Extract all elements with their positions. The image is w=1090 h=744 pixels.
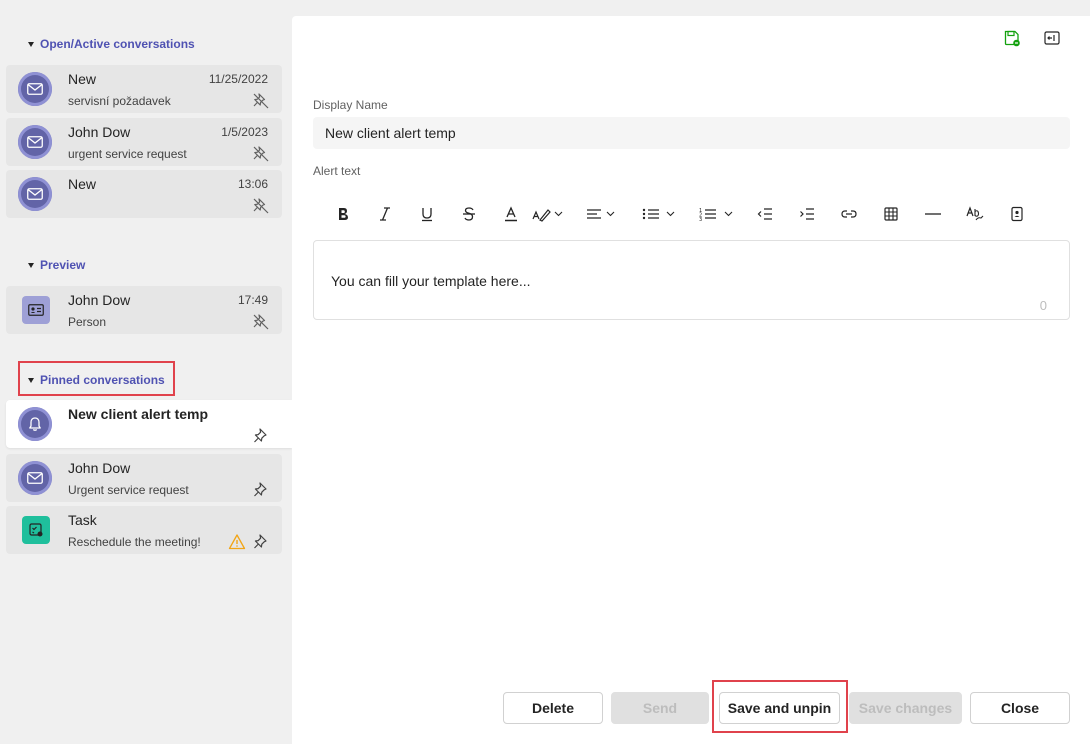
underline-icon[interactable] bbox=[417, 200, 437, 228]
contact-template-icon[interactable] bbox=[1007, 200, 1027, 228]
table-icon[interactable] bbox=[881, 200, 901, 228]
pin-off-icon[interactable] bbox=[252, 313, 270, 331]
caret-down-icon bbox=[28, 378, 34, 383]
item-title: John Dow bbox=[68, 460, 131, 476]
numbered-list-icon[interactable]: 123 bbox=[699, 200, 739, 228]
align-icon[interactable] bbox=[585, 200, 621, 228]
item-subtitle: urgent service request bbox=[68, 147, 187, 161]
mail-icon bbox=[18, 125, 52, 159]
conversation-item[interactable]: New servisní požadavek 11/25/2022 bbox=[6, 65, 282, 113]
mail-icon bbox=[18, 461, 52, 495]
contact-card-icon bbox=[22, 296, 50, 324]
item-date: 1/5/2023 bbox=[221, 125, 268, 139]
section-label: Open/Active conversations bbox=[40, 37, 195, 51]
bell-icon bbox=[18, 407, 52, 441]
link-icon[interactable] bbox=[839, 200, 859, 228]
formatting-toolbar: 123 bbox=[313, 200, 1070, 228]
mail-icon bbox=[18, 177, 52, 211]
svg-text:3: 3 bbox=[699, 217, 702, 222]
italic-icon[interactable] bbox=[375, 200, 395, 228]
highlight-icon[interactable] bbox=[531, 200, 567, 228]
item-title: New bbox=[68, 71, 97, 87]
conversation-item[interactable]: John Dow urgent service request 1/5/2023 bbox=[6, 118, 282, 166]
decrease-indent-icon[interactable] bbox=[755, 200, 775, 228]
send-button[interactable]: Send bbox=[611, 692, 709, 724]
bullet-list-icon[interactable] bbox=[641, 200, 681, 228]
pinned-item[interactable]: Task Reschedule the meeting! bbox=[6, 506, 282, 554]
caret-down-icon bbox=[28, 42, 34, 47]
warning-icon bbox=[228, 533, 246, 551]
item-title: Task bbox=[68, 512, 97, 528]
item-subtitle: Reschedule the meeting! bbox=[68, 535, 201, 549]
spell-check-icon[interactable] bbox=[965, 200, 985, 228]
bold-icon[interactable] bbox=[333, 200, 353, 228]
alert-text-label: Alert text bbox=[313, 164, 361, 178]
delete-button[interactable]: Delete bbox=[503, 692, 603, 724]
conversation-sidebar: Open/Active conversations New servisní p… bbox=[0, 0, 292, 744]
save-icon[interactable] bbox=[1002, 28, 1022, 48]
horizontal-rule-icon[interactable] bbox=[923, 200, 943, 228]
section-label: Preview bbox=[40, 258, 86, 272]
pin-icon[interactable] bbox=[252, 481, 270, 499]
item-date: 13:06 bbox=[237, 177, 268, 191]
pin-off-icon[interactable] bbox=[252, 145, 270, 163]
font-color-icon[interactable] bbox=[501, 200, 521, 228]
item-title: John Dow bbox=[68, 292, 131, 308]
highlight-box bbox=[712, 680, 848, 733]
editor-placeholder: You can fill your template here... bbox=[331, 273, 531, 289]
mail-icon bbox=[18, 72, 52, 106]
pinned-item-selected[interactable]: New client alert temp bbox=[6, 400, 292, 448]
display-name-label: Display Name bbox=[313, 98, 388, 112]
preview-item[interactable]: John Dow Person 17:49 bbox=[6, 286, 282, 334]
alert-editor-panel: Display Name Alert text 123 bbox=[292, 16, 1090, 744]
character-count: 0 bbox=[1039, 298, 1047, 313]
conversation-item[interactable]: New 13:06 bbox=[6, 170, 282, 218]
section-pinned-conversations[interactable]: Pinned conversations bbox=[28, 371, 165, 389]
pin-off-icon[interactable] bbox=[252, 92, 270, 110]
item-date: 11/25/2022 bbox=[208, 72, 268, 86]
pinned-item[interactable]: John Dow Urgent service request bbox=[6, 454, 282, 502]
pin-icon[interactable] bbox=[252, 533, 270, 551]
item-subtitle: Person bbox=[68, 315, 107, 329]
item-title: New bbox=[68, 176, 97, 192]
caret-down-icon bbox=[28, 263, 34, 268]
item-title: John Dow bbox=[68, 124, 131, 140]
pin-icon[interactable] bbox=[252, 427, 270, 445]
item-subtitle: servisní požadavek bbox=[68, 94, 171, 108]
pin-off-icon[interactable] bbox=[252, 197, 270, 215]
item-title: New client alert temp bbox=[68, 406, 209, 422]
strikethrough-icon[interactable] bbox=[459, 200, 479, 228]
collapse-panel-icon[interactable] bbox=[1042, 28, 1062, 48]
alert-text-editor[interactable]: You can fill your template here... 0 bbox=[313, 240, 1070, 320]
section-label: Pinned conversations bbox=[40, 373, 165, 387]
section-preview[interactable]: Preview bbox=[28, 256, 85, 274]
increase-indent-icon[interactable] bbox=[797, 200, 817, 228]
item-date: 17:49 bbox=[237, 293, 268, 307]
section-open-conversations[interactable]: Open/Active conversations bbox=[28, 35, 195, 53]
display-name-input[interactable] bbox=[313, 117, 1070, 149]
save-changes-button[interactable]: Save changes bbox=[849, 692, 962, 724]
close-button[interactable]: Close bbox=[970, 692, 1070, 724]
task-icon bbox=[22, 516, 50, 544]
item-subtitle: Urgent service request bbox=[68, 483, 189, 497]
